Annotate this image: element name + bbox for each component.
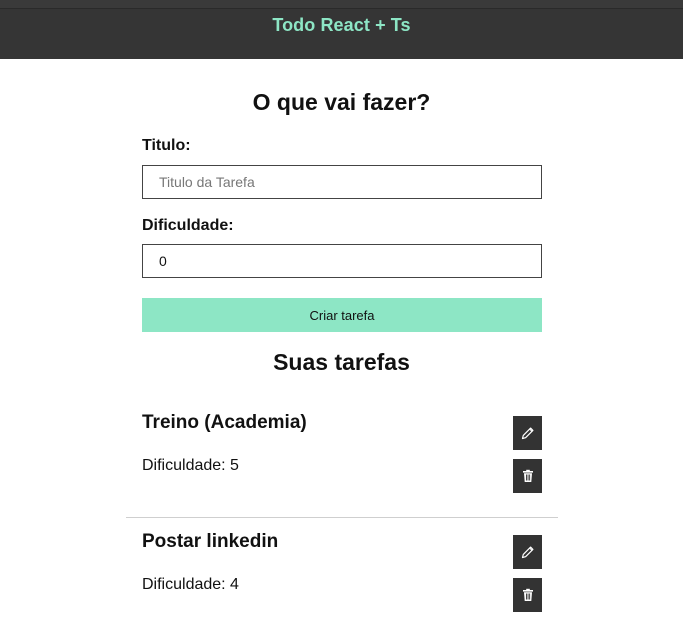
delete-task-button[interactable]: [513, 459, 542, 493]
trash-icon: [522, 469, 533, 482]
delete-task-button[interactable]: [513, 578, 542, 612]
app-title: Todo React + Ts: [272, 15, 411, 35]
title-input[interactable]: [142, 165, 542, 199]
main-content: O que vai fazer? Titulo: Dificuldade: Cr…: [0, 59, 683, 633]
edit-task-button[interactable]: [513, 416, 542, 450]
create-task-button[interactable]: Criar tarefa: [142, 298, 542, 332]
browser-top-strip: [0, 0, 683, 9]
form-heading: O que vai fazer?: [252, 89, 431, 115]
tasks-heading: Suas tarefas: [273, 349, 410, 375]
task-title: Postar linkedin: [142, 531, 279, 552]
task-item: Postar linkedin Dificuldade: 4: [126, 519, 558, 637]
pencil-icon: [521, 546, 533, 559]
pencil-icon: [521, 427, 533, 440]
task-title: Treino (Academia): [142, 412, 307, 433]
difficulty-label: Dificuldade:: [142, 217, 234, 234]
task-item: Treino (Academia) Dificuldade: 5: [126, 400, 558, 518]
trash-icon: [522, 588, 533, 601]
task-difficulty: Dificuldade: 4: [142, 576, 239, 593]
app-header: Todo React + Ts: [0, 9, 683, 59]
title-label: Titulo:: [142, 137, 191, 154]
difficulty-input[interactable]: [142, 244, 542, 278]
task-difficulty: Dificuldade: 5: [142, 457, 239, 474]
edit-task-button[interactable]: [513, 535, 542, 569]
